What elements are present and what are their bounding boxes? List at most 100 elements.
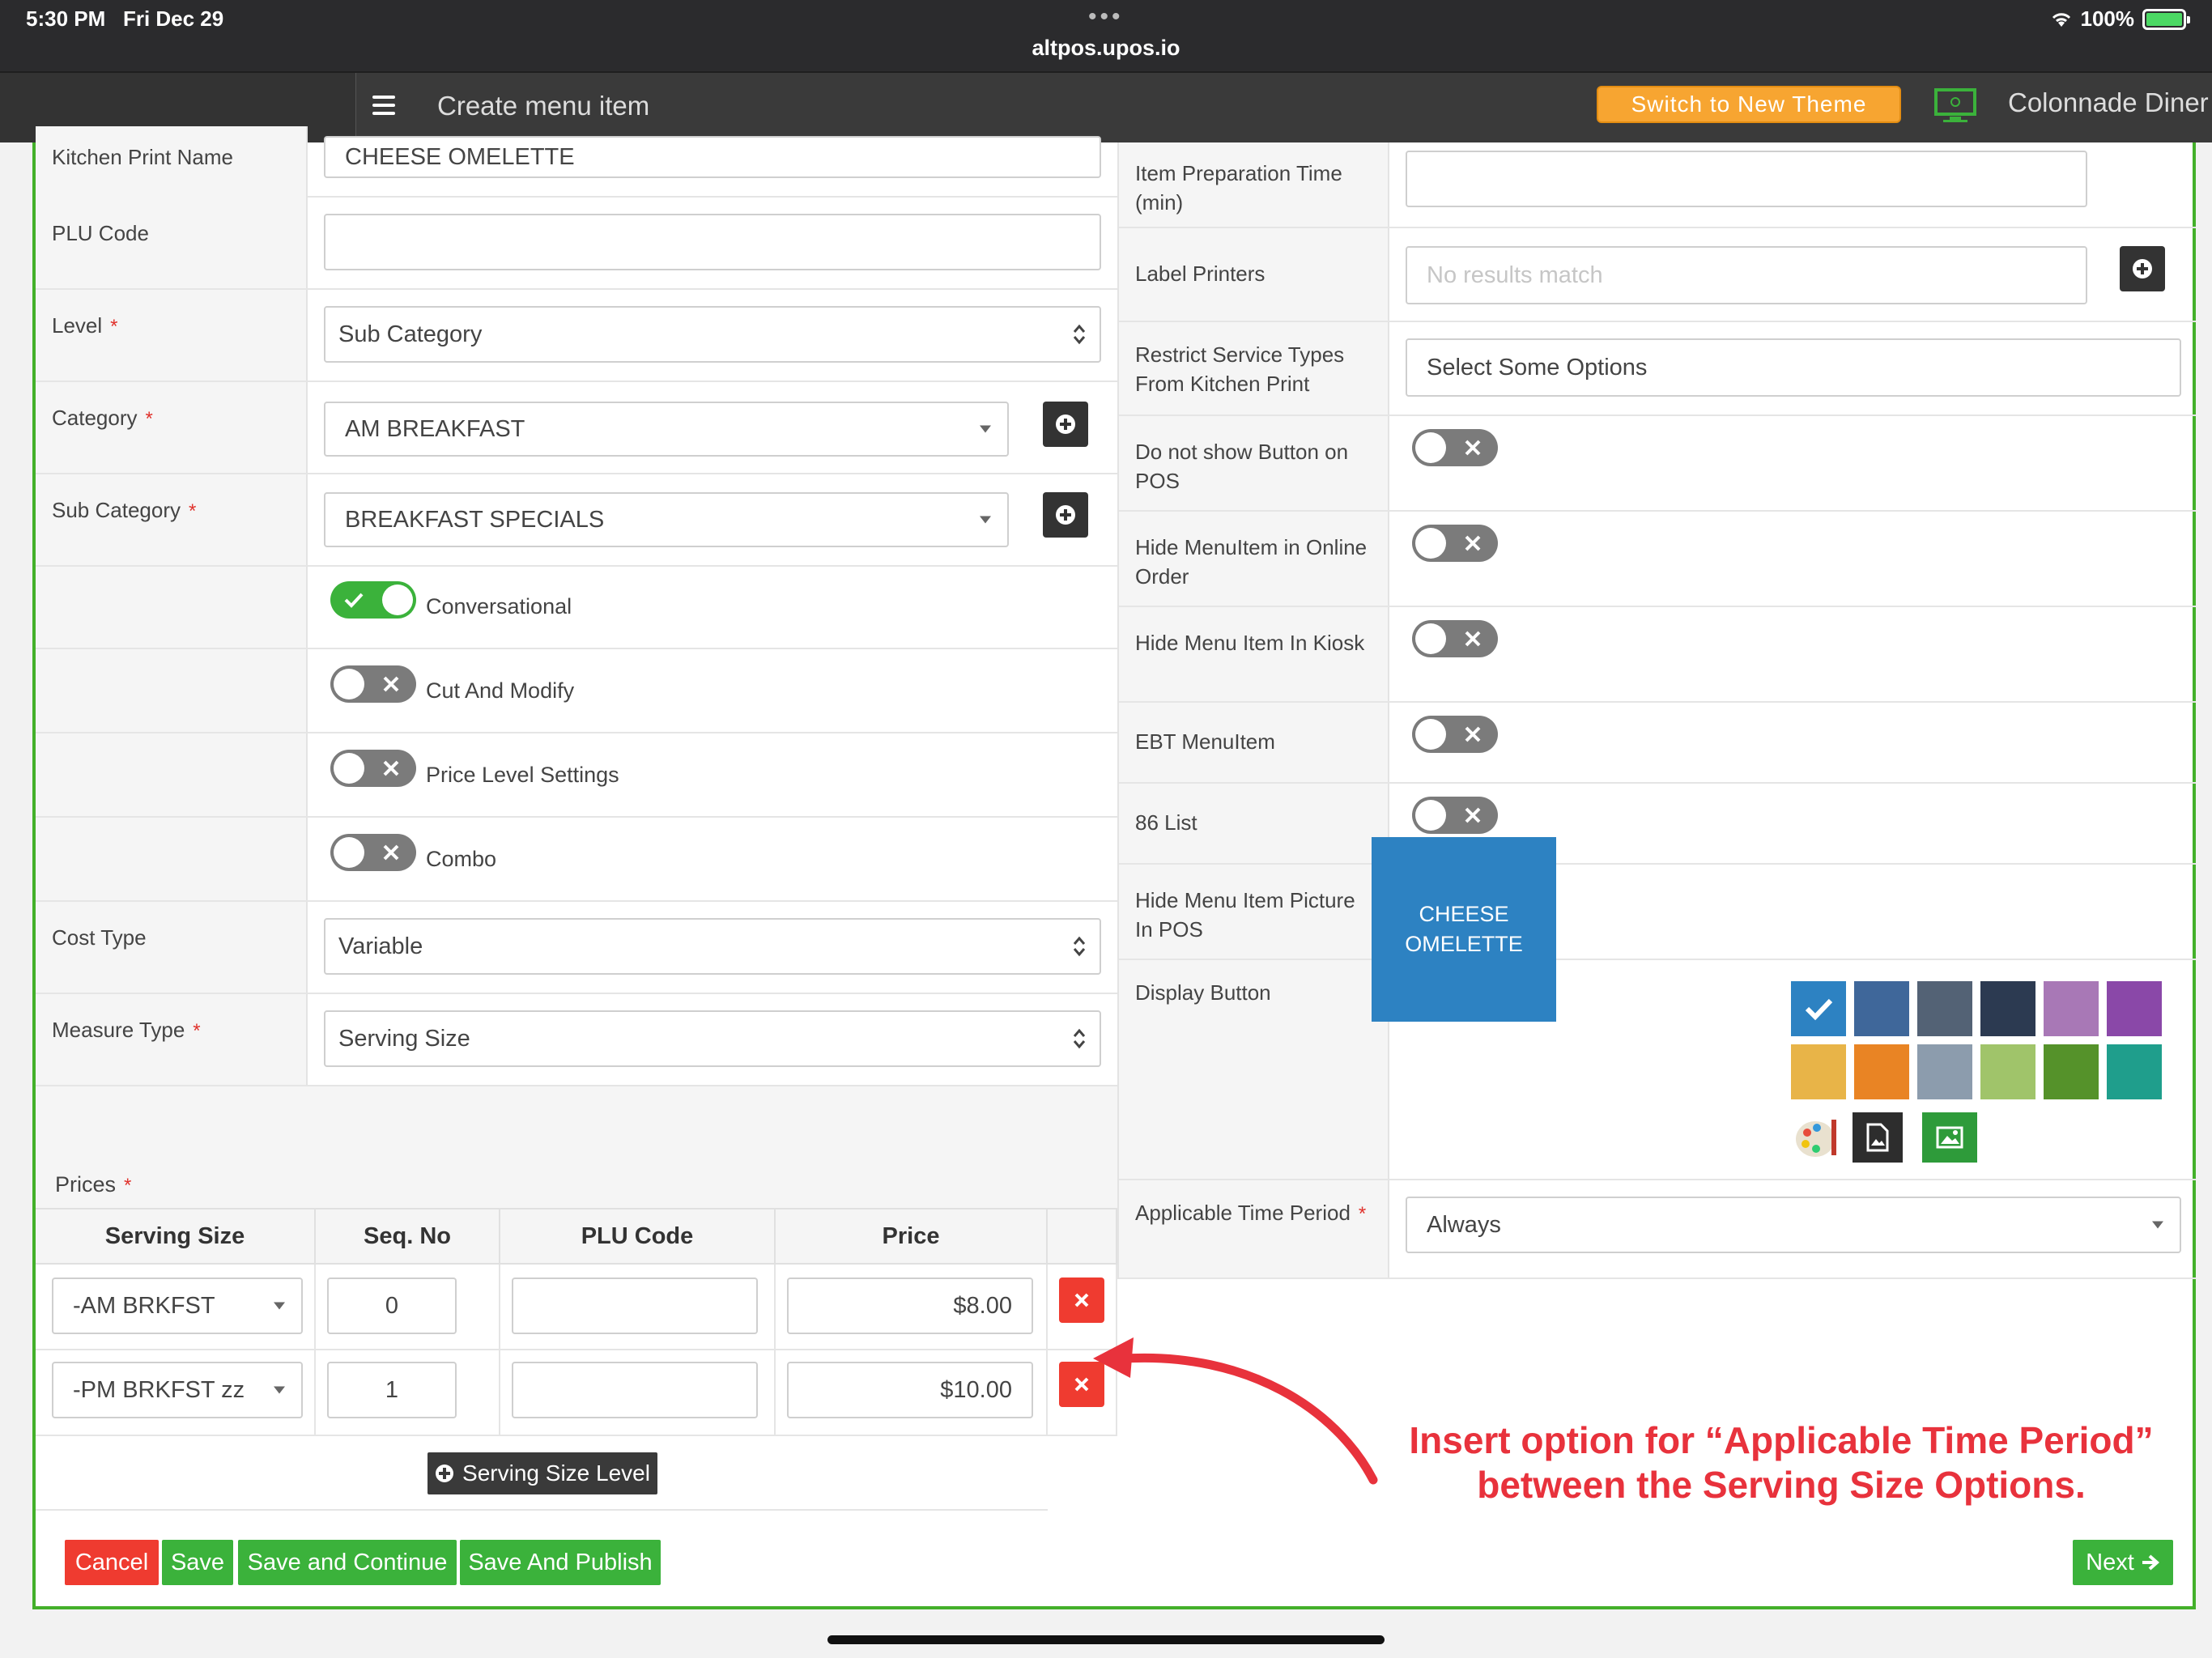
label-display-button: Display Button [1119, 960, 1389, 1179]
save-button[interactable]: Save [162, 1540, 233, 1585]
table-cell: $10.00 [776, 1350, 1048, 1436]
app-header: Create menu item Switch to New Theme Col… [0, 71, 2212, 142]
price-input[interactable]: $10.00 [787, 1362, 1033, 1418]
annotation-arrow [1093, 1337, 1378, 1485]
seq-no-input[interactable]: 1 [327, 1362, 457, 1418]
table-cell: 1 [316, 1350, 500, 1436]
plu-code-cell-input[interactable] [512, 1362, 758, 1418]
arrow-right-icon [2142, 1554, 2159, 1571]
store-name[interactable]: Colonnade Diner [2008, 87, 2209, 118]
prep-time-input[interactable] [1406, 151, 2087, 207]
applicable-time-period-dropdown[interactable]: Always [1406, 1197, 2181, 1253]
serving-size-dropdown[interactable]: -AM BRKFST [52, 1278, 303, 1334]
ebt-menuitem-toggle[interactable] [1412, 716, 1498, 753]
color-swatch[interactable] [1854, 1044, 1909, 1099]
upload-image-icon[interactable] [1853, 1112, 1903, 1163]
seq-no-input[interactable]: 0 [327, 1278, 457, 1334]
label-empty [36, 818, 308, 900]
cancel-button[interactable]: Cancel [65, 1540, 159, 1585]
cut-and-modify-toggle[interactable] [330, 665, 416, 703]
color-swatch[interactable] [1791, 1044, 1846, 1099]
category-dropdown[interactable]: AM BREAKFAST [324, 402, 1009, 457]
toggle-label: Hide MenuItem in Online Order [1119, 512, 1389, 606]
label-measure-type: Measure Type * [36, 994, 308, 1085]
x-icon [1465, 440, 1481, 456]
price-input[interactable]: $8.00 [787, 1278, 1033, 1334]
delete-row-button[interactable] [1059, 1278, 1104, 1323]
color-swatch[interactable] [1854, 981, 1909, 1036]
measure-type-select[interactable]: Serving Size [324, 1010, 1101, 1067]
status-indicators: 100% [2050, 6, 2190, 32]
plu-code-cell-input[interactable] [512, 1278, 758, 1334]
label-kitchen-print-name: Kitchen Print Name [36, 126, 308, 198]
add-serving-size-level-button[interactable]: Serving Size Level [428, 1452, 657, 1494]
price-level-settings-toggle[interactable] [330, 750, 416, 787]
hamburger-menu-icon[interactable] [372, 96, 395, 115]
col-header-plu-code: PLU Code [500, 1208, 776, 1265]
color-swatch[interactable] [2107, 1044, 2162, 1099]
select-arrows-icon [1073, 936, 1086, 957]
serving-size-dropdown[interactable]: -PM BRKFST zz [52, 1362, 303, 1418]
chevron-down-icon [980, 425, 991, 433]
label-empty [36, 649, 308, 732]
kitchen-print-name-input[interactable]: CHEESE OMELETTE [324, 136, 1101, 178]
hide-pos-button-toggle[interactable] [1412, 429, 1498, 466]
hide-kiosk-toggle[interactable] [1412, 620, 1498, 657]
toggle-label: EBT MenuItem [1119, 703, 1389, 782]
col-header-serving-size: Serving Size [36, 1208, 316, 1265]
label-plu-code: PLU Code [36, 198, 308, 288]
row-applicable-time-period: Applicable Time Period * Always [1119, 1180, 2196, 1279]
color-swatch[interactable] [1791, 981, 1846, 1036]
table-row: -PM BRKFST zz [36, 1350, 316, 1436]
check-icon [344, 593, 364, 608]
chevron-down-icon [2152, 1221, 2163, 1229]
row-toggle-cut-and-modify: Cut And Modify [36, 649, 1117, 733]
level-select[interactable]: Sub Category [324, 306, 1101, 363]
switch-theme-button[interactable]: Switch to New Theme [1597, 86, 1901, 123]
toggle-label: Hide Menu Item Picture In POS [1119, 865, 1389, 959]
combo-toggle[interactable] [330, 834, 416, 871]
86-list-toggle[interactable] [1412, 797, 1498, 834]
prices-label: Prices * [55, 1172, 132, 1197]
add-category-button[interactable] [1043, 402, 1088, 447]
toggle-label: 86 List [1119, 784, 1389, 863]
color-swatch[interactable] [1980, 1044, 2035, 1099]
label-restrict-service: Restrict Service Types From Kitchen Prin… [1119, 322, 1389, 414]
color-swatch[interactable] [2107, 981, 2162, 1036]
add-label-printer-button[interactable] [2120, 246, 2165, 291]
save-and-continue-button[interactable]: Save and Continue [238, 1540, 457, 1585]
browser-url[interactable]: altpos.upos.io [0, 36, 2212, 61]
home-indicator[interactable] [827, 1635, 1385, 1644]
multitask-dots-icon[interactable]: ••• [1088, 3, 1124, 31]
label-printers-multiselect[interactable]: No results match [1406, 246, 2087, 304]
row-kitchen-print-name: Kitchen Print Name CHEESE OMELETTE [36, 126, 1117, 198]
row-toggle-combo: Combo [36, 818, 1117, 902]
color-swatch[interactable] [1917, 981, 1972, 1036]
cost-type-select[interactable]: Variable [324, 918, 1101, 975]
row-prep-time: Item Preparation Time (min) [1119, 142, 2196, 228]
monitor-icon[interactable] [1933, 87, 1977, 123]
color-swatch[interactable] [1917, 1044, 1972, 1099]
hide-online-order-toggle[interactable] [1412, 525, 1498, 562]
save-and-publish-button[interactable]: Save And Publish [460, 1540, 661, 1585]
x-icon [383, 760, 399, 776]
image-gallery-icon[interactable] [1922, 1112, 1977, 1163]
toggle-label: Do not show Button on POS [1119, 416, 1389, 510]
label-level: Level * [36, 290, 308, 380]
display-button-preview: CHEESE OMELETTE [1372, 837, 1556, 1022]
color-swatch[interactable] [2044, 1044, 2099, 1099]
plus-circle-icon [436, 1465, 454, 1482]
plu-code-input[interactable] [324, 214, 1101, 270]
table-cell [500, 1265, 776, 1350]
add-sub-category-button[interactable] [1043, 492, 1088, 538]
color-swatch[interactable] [1980, 981, 2035, 1036]
color-palette-icon[interactable] [1791, 1112, 1846, 1163]
sub-category-dropdown[interactable]: BREAKFAST SPECIALS [324, 492, 1009, 547]
color-swatch[interactable] [2044, 981, 2099, 1036]
next-button[interactable]: Next [2073, 1540, 2173, 1585]
toggle-label: Conversational [426, 594, 572, 619]
restrict-service-multiselect[interactable]: Select Some Options [1406, 338, 2181, 397]
annotation-text: Insert option for “Applicable Time Perio… [1409, 1419, 2154, 1506]
conversational-toggle[interactable] [330, 581, 416, 619]
battery-icon [2142, 8, 2190, 30]
